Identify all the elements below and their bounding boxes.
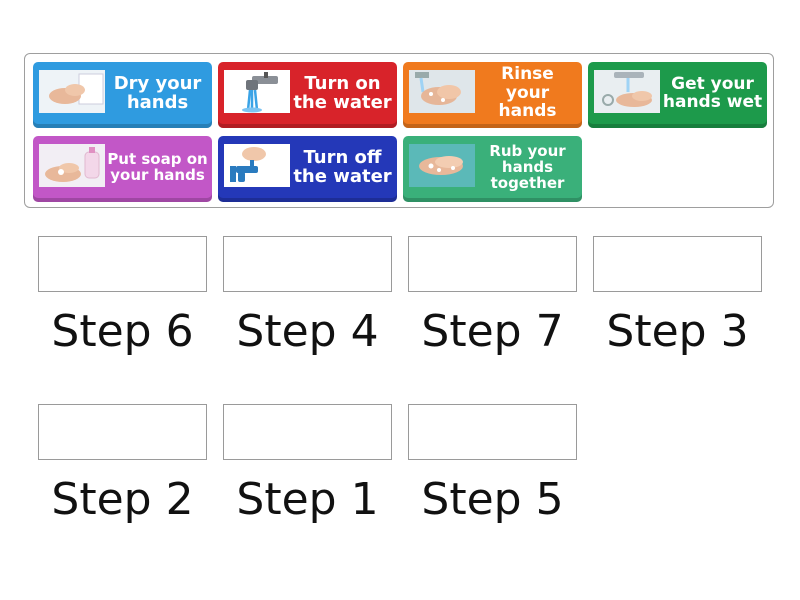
faucet-off-icon xyxy=(224,144,290,187)
tile-rinse-hands[interactable]: Rinse your hands xyxy=(403,62,582,128)
drop-slot[interactable] xyxy=(593,236,762,292)
drop-slot[interactable] xyxy=(408,236,577,292)
wet-hands-icon xyxy=(594,70,660,113)
tile-label: Dry your hands xyxy=(113,72,202,113)
step-label: Step 2 xyxy=(51,474,194,525)
tile-label: Get your hands wet xyxy=(662,73,763,112)
tile-label: Rub your hands together xyxy=(489,141,566,193)
drop-slot[interactable] xyxy=(38,404,207,460)
step-label: Step 4 xyxy=(236,306,379,357)
drop-slot[interactable] xyxy=(223,404,392,460)
tile-rub-hands[interactable]: Rub your hands together xyxy=(403,136,582,202)
tile-label: Turn on the water xyxy=(293,72,392,113)
step-label: Step 5 xyxy=(421,474,564,525)
soap-icon xyxy=(39,144,105,187)
tile-label: Put soap on your hands xyxy=(107,149,208,184)
dry-hands-icon xyxy=(39,70,105,113)
tile-label: Turn off the water xyxy=(293,146,392,187)
faucet-on-icon xyxy=(224,70,290,113)
step-label: Step 1 xyxy=(236,474,379,525)
rub-hands-icon xyxy=(409,144,475,187)
drop-slot[interactable] xyxy=(408,404,577,460)
tile-turn-on-water[interactable]: Turn on the water xyxy=(218,62,397,128)
drop-slot[interactable] xyxy=(38,236,207,292)
tile-get-hands-wet[interactable]: Get your hands wet xyxy=(588,62,767,128)
tile-dry-hands[interactable]: Dry your hands xyxy=(33,62,212,128)
step-label: Step 3 xyxy=(606,306,749,357)
tile-label: Rinse your hands xyxy=(498,64,557,122)
drop-slot[interactable] xyxy=(223,236,392,292)
step-label: Step 7 xyxy=(421,306,564,357)
tile-put-soap[interactable]: Put soap on your hands xyxy=(33,136,212,202)
step-label: Step 6 xyxy=(51,306,194,357)
rinse-hands-icon xyxy=(409,70,475,113)
tile-turn-off-water[interactable]: Turn off the water xyxy=(218,136,397,202)
